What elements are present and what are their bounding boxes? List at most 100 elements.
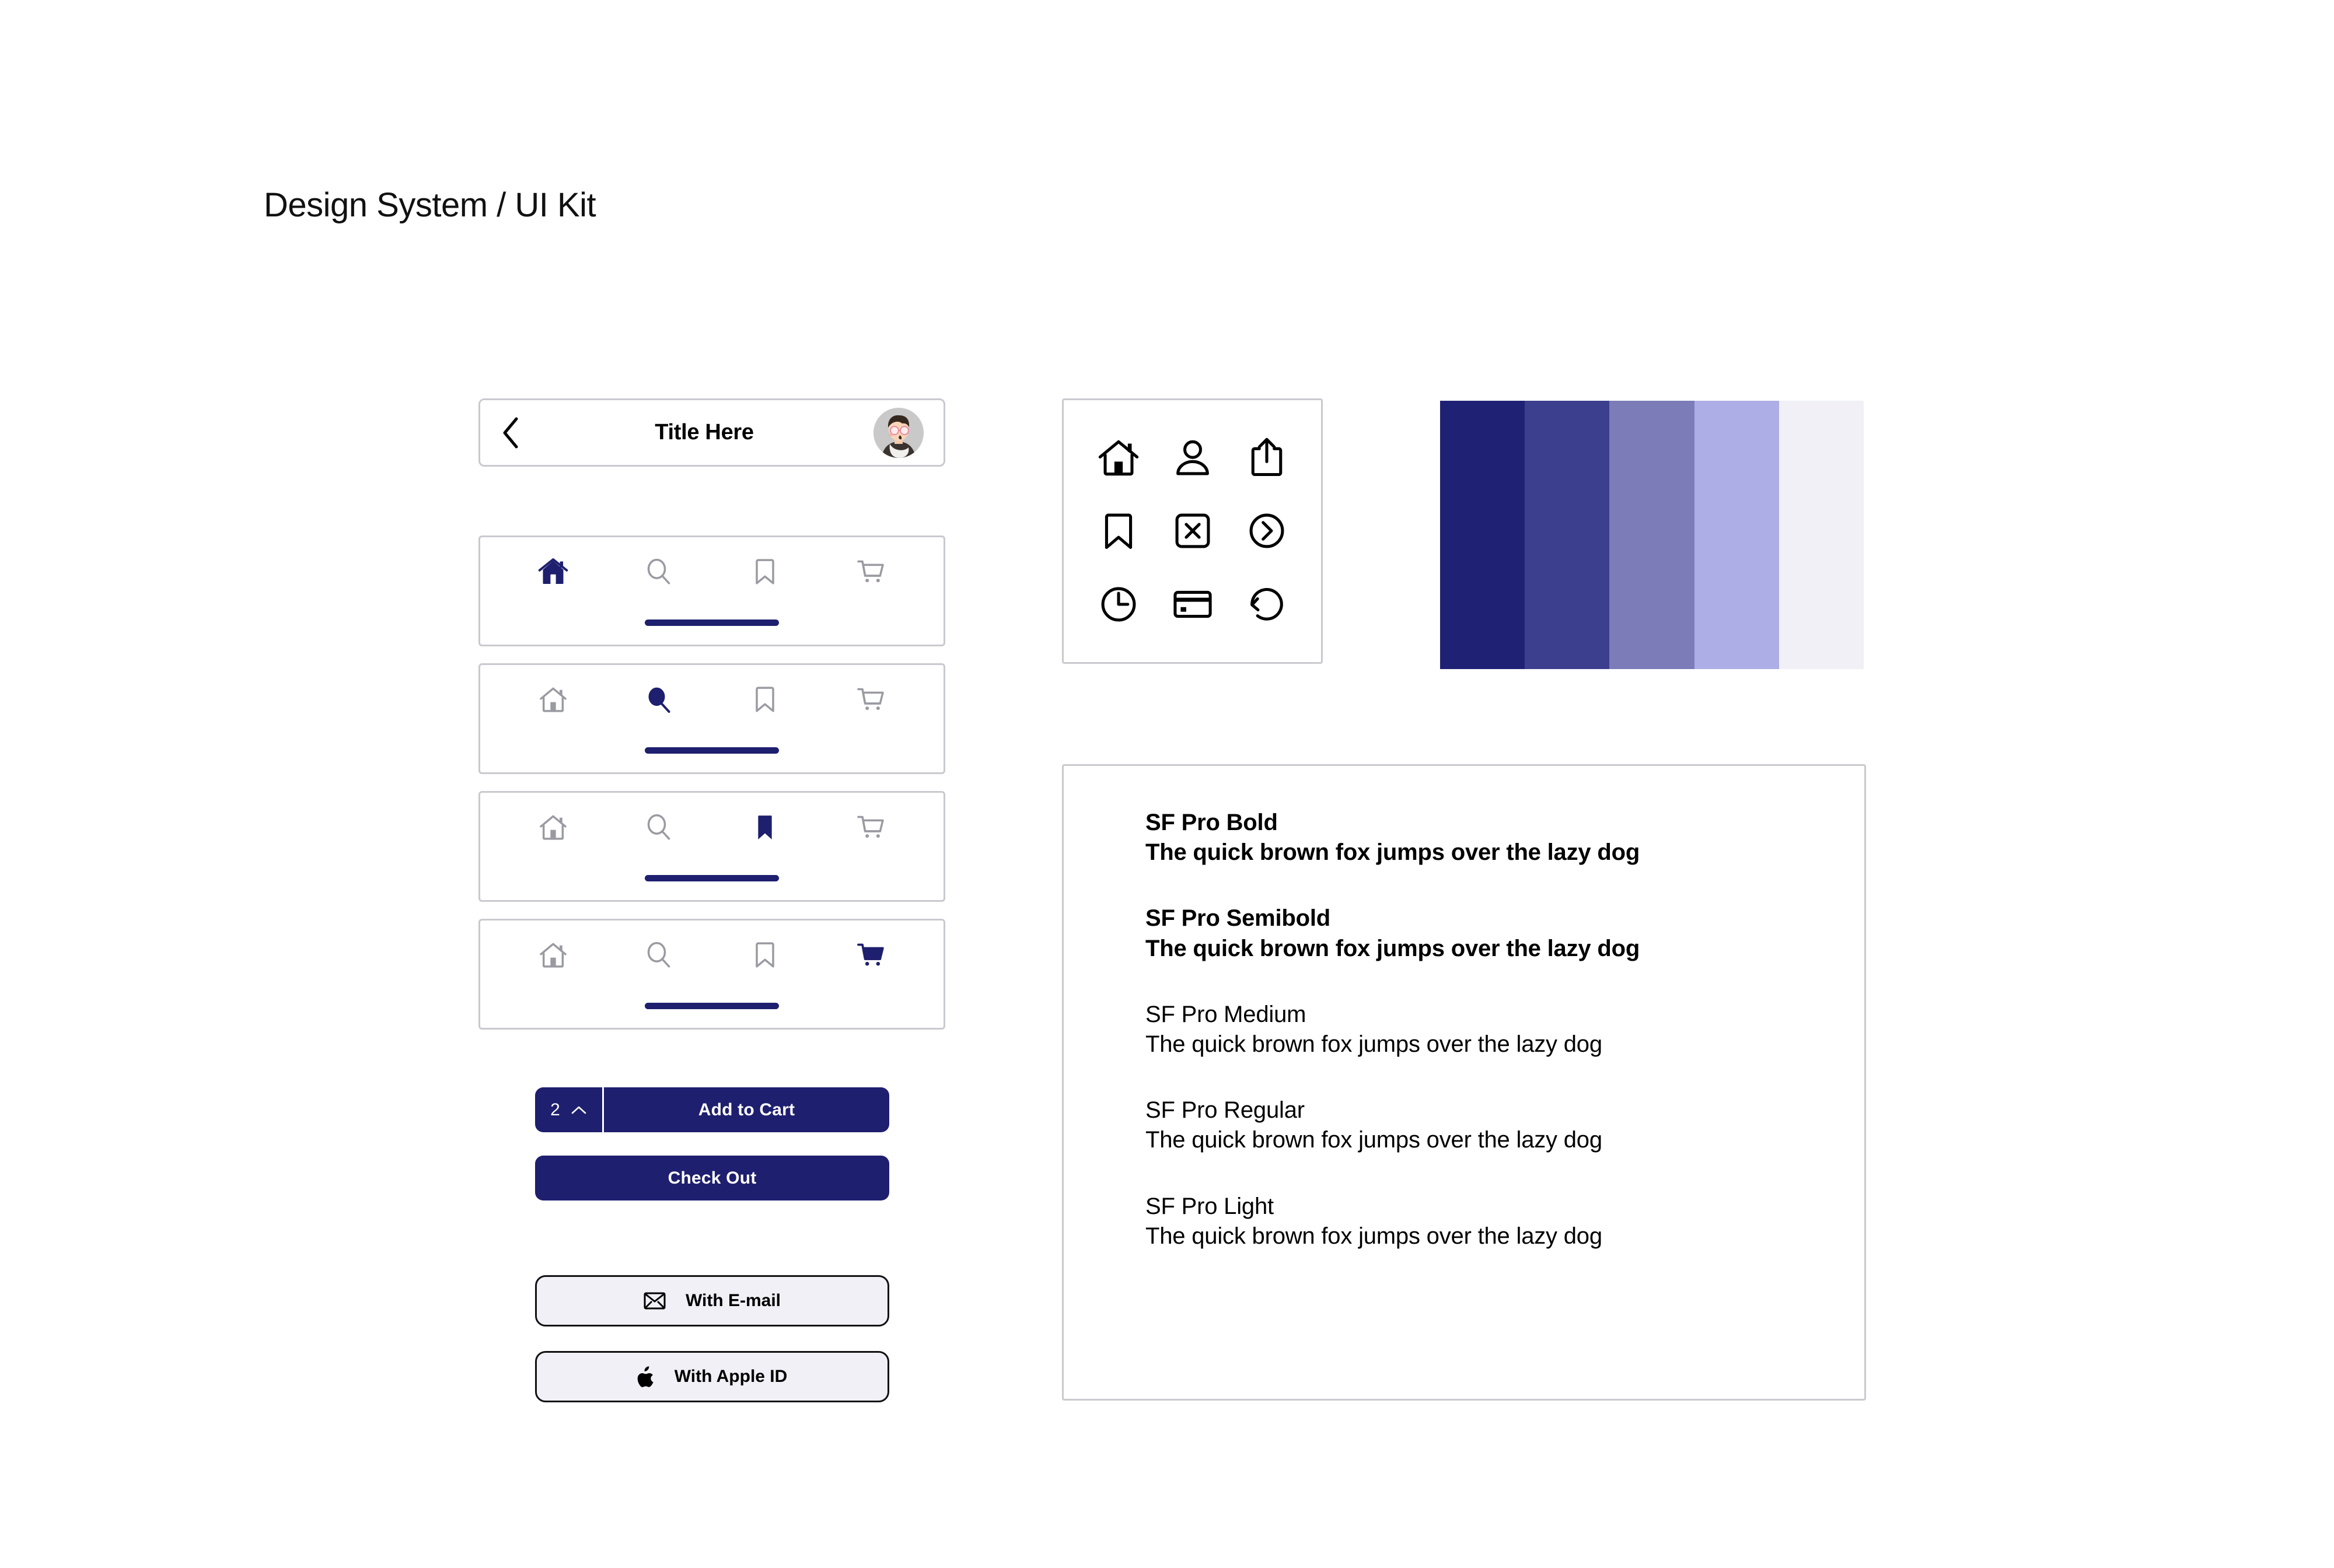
tab-cart[interactable]	[818, 793, 924, 862]
tab-search[interactable]	[606, 921, 712, 989]
type-weight-name: SF Pro Regular	[1145, 1097, 1305, 1124]
typography-panel: SF Pro Bold The quick brown fox jumps ov…	[1062, 764, 1866, 1401]
bookmark-icon	[749, 939, 781, 971]
type-weight-name: SF Pro Medium	[1145, 1001, 1306, 1027]
type-weight-sample: The quick brown fox jumps over the lazy …	[1145, 1031, 1602, 1057]
icon-cell-bookmark[interactable]	[1081, 495, 1155, 568]
quantity-value: 2	[550, 1100, 560, 1119]
color-swatch-navy-700[interactable]	[1525, 401, 1610, 669]
tab-home[interactable]	[500, 793, 606, 862]
bookmark-icon	[749, 811, 781, 844]
bookmark-icon	[749, 555, 781, 588]
home-icon	[1096, 436, 1141, 480]
type-weight-sample: The quick brown fox jumps over the lazy …	[1145, 935, 1640, 961]
type-weight-name: SF Pro Bold	[1145, 810, 1278, 835]
apple-button-label: With Apple ID	[674, 1367, 788, 1386]
tab-home[interactable]	[500, 665, 606, 734]
tab-bar-bookmark-active	[478, 791, 945, 902]
home-icon	[537, 811, 569, 844]
chevron-right-circle-icon	[1245, 509, 1289, 553]
color-swatch-indigo-400[interactable]	[1609, 401, 1694, 669]
tab-cart[interactable]	[818, 921, 924, 989]
share-icon	[1245, 436, 1289, 480]
icon-cell-refresh[interactable]	[1229, 568, 1304, 641]
home-icon	[537, 683, 569, 716]
navigation-bar: Title Here	[478, 398, 945, 467]
search-icon	[642, 939, 675, 971]
user-avatar-icon	[873, 407, 924, 458]
avatar[interactable]	[873, 407, 924, 458]
icon-cell-clock[interactable]	[1081, 568, 1155, 641]
type-specimen-medium: SF Pro Medium The quick brown fox jumps …	[1145, 1000, 1783, 1059]
tab-bookmark[interactable]	[712, 793, 818, 862]
home-icon	[537, 939, 569, 971]
icon-cell-home[interactable]	[1081, 421, 1155, 495]
icon-library-panel	[1062, 398, 1323, 664]
tab-cart[interactable]	[818, 665, 924, 734]
home-indicator	[645, 875, 779, 881]
cart-icon	[854, 939, 887, 971]
type-weight-sample: The quick brown fox jumps over the lazy …	[1145, 839, 1640, 866]
cart-icon	[854, 555, 887, 588]
close-box-icon	[1171, 509, 1215, 553]
type-specimen-light: SF Pro Light The quick brown fox jumps o…	[1145, 1192, 1783, 1251]
person-icon	[1171, 436, 1215, 480]
color-swatch-navy-900[interactable]	[1440, 401, 1525, 669]
color-swatch-indigo-200[interactable]	[1694, 401, 1779, 669]
icon-cell-close[interactable]	[1155, 495, 1229, 568]
home-indicator	[645, 747, 779, 754]
tab-cart[interactable]	[818, 537, 924, 606]
icon-cell-share[interactable]	[1229, 421, 1304, 495]
sign-in-with-apple-button[interactable]: With Apple ID	[535, 1351, 889, 1402]
bookmark-icon	[749, 683, 781, 716]
icon-cell-person[interactable]	[1155, 421, 1229, 495]
search-icon	[642, 811, 675, 844]
icon-cell-next[interactable]	[1229, 495, 1304, 568]
sign-in-with-email-button[interactable]: With E-mail	[535, 1275, 889, 1326]
refresh-icon	[1245, 582, 1289, 626]
page-title: Design System / UI Kit	[264, 186, 596, 224]
home-indicator	[645, 1003, 779, 1009]
chevron-up-icon	[571, 1105, 587, 1115]
navigation-title: Title Here	[655, 420, 754, 444]
email-button-label: With E-mail	[685, 1291, 781, 1310]
search-icon	[642, 683, 675, 716]
tab-bar-cart-active	[478, 919, 945, 1030]
tab-bar-search-active	[478, 663, 945, 774]
home-indicator	[645, 620, 779, 626]
type-specimen-regular: SF Pro Regular The quick brown fox jumps…	[1145, 1096, 1783, 1155]
clock-icon	[1096, 582, 1141, 626]
tab-bar-home-active	[478, 536, 945, 646]
type-weight-sample: The quick brown fox jumps over the lazy …	[1145, 1223, 1602, 1249]
tab-home[interactable]	[500, 537, 606, 606]
cart-icon	[854, 683, 887, 716]
tab-home[interactable]	[500, 921, 606, 989]
color-swatch-indigo-50[interactable]	[1779, 401, 1864, 669]
tab-search[interactable]	[606, 665, 712, 734]
type-weight-name: SF Pro Light	[1145, 1193, 1274, 1219]
tab-bookmark[interactable]	[712, 665, 818, 734]
cart-icon	[854, 811, 887, 844]
check-out-button[interactable]: Check Out	[535, 1156, 889, 1200]
tab-search[interactable]	[606, 793, 712, 862]
credit-card-icon	[1171, 582, 1215, 626]
add-to-cart-button[interactable]: Add to Cart	[604, 1087, 889, 1132]
icon-cell-credit-card[interactable]	[1155, 568, 1229, 641]
add-to-cart-row: 2 Add to Cart	[535, 1087, 889, 1132]
type-weight-sample: The quick brown fox jumps over the lazy …	[1145, 1127, 1602, 1153]
envelope-icon	[644, 1292, 666, 1310]
tab-bookmark[interactable]	[712, 921, 818, 989]
back-button[interactable]	[500, 416, 535, 449]
type-weight-name: SF Pro Semibold	[1145, 905, 1331, 932]
chevron-left-icon	[500, 416, 520, 449]
color-palette	[1440, 401, 1864, 669]
tab-search[interactable]	[606, 537, 712, 606]
bookmark-icon	[1096, 509, 1141, 553]
type-specimen-semibold: SF Pro Semibold The quick brown fox jump…	[1145, 904, 1783, 963]
home-icon	[537, 555, 569, 588]
type-specimen-bold: SF Pro Bold The quick brown fox jumps ov…	[1145, 808, 1783, 867]
apple-logo-icon	[637, 1366, 655, 1387]
search-icon	[642, 555, 675, 588]
quantity-stepper[interactable]: 2	[535, 1087, 604, 1132]
tab-bookmark[interactable]	[712, 537, 818, 606]
